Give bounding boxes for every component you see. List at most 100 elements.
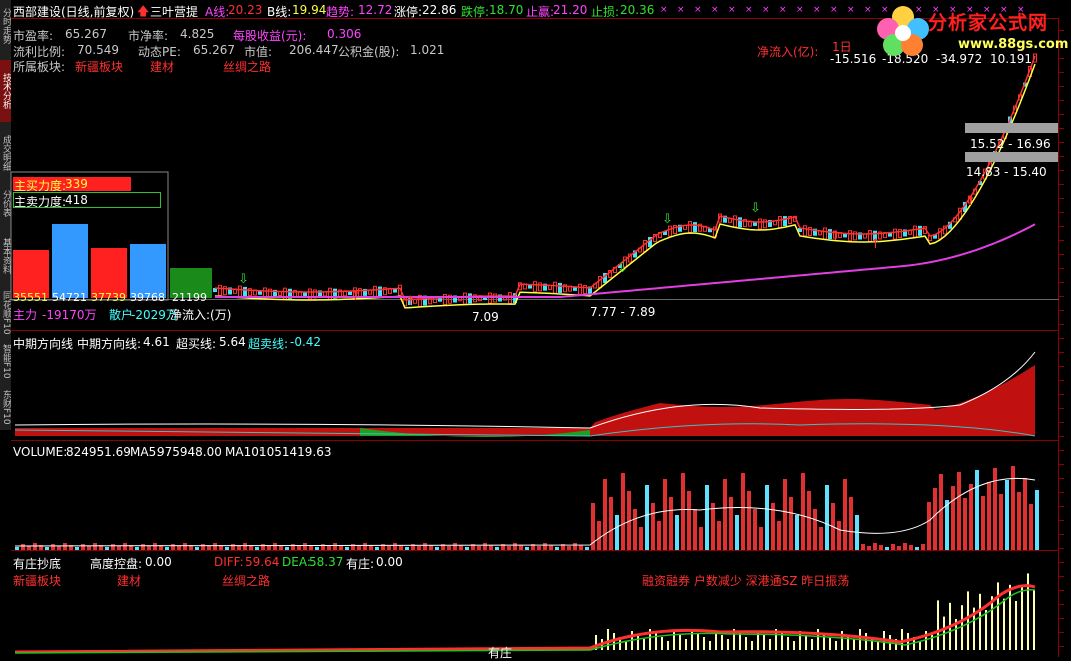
candle <box>848 230 852 242</box>
volume-bar <box>597 521 601 550</box>
bottom-bar <box>865 633 867 650</box>
sector-xinjiang[interactable]: 新疆板块 <box>75 58 123 75</box>
volume-bar <box>447 546 451 550</box>
axis-tick <box>1059 380 1064 381</box>
bottom-bar <box>721 635 723 650</box>
volume-bar <box>225 547 229 550</box>
stock-title: 西部建设(日线,前复权) <box>13 5 135 19</box>
bottom-bar <box>1015 601 1017 650</box>
volume-bar <box>585 547 589 550</box>
sector-building[interactable]: 建材 <box>150 58 174 75</box>
volume-bar <box>537 546 541 550</box>
pe-value: 65.267 <box>65 27 107 41</box>
axis-tick <box>1059 114 1064 115</box>
buy-arrow-icon: ↑ <box>350 289 361 304</box>
sell-arrow-icon: ⇩ <box>662 212 673 227</box>
volume-bar <box>207 546 211 550</box>
overbuy-label: 超买线: <box>176 337 217 351</box>
b-line-label: B线: <box>267 5 292 19</box>
candle <box>573 286 577 291</box>
axis-tick <box>1059 506 1064 507</box>
candle <box>668 225 672 237</box>
logo-name: 分析家公式网 <box>928 12 1049 34</box>
candle <box>598 276 602 288</box>
volume-bar <box>945 500 949 550</box>
volume-bar <box>387 546 391 550</box>
price-range-3: 7.77 - 7.89 <box>590 305 656 319</box>
axis-tick <box>1059 184 1064 185</box>
bottom-bar <box>655 633 657 650</box>
volume-bar <box>93 543 97 550</box>
bottom-sector-silkroad[interactable]: 丝绸之路 <box>222 572 270 589</box>
force-bar-value-5: 21199 <box>172 291 207 304</box>
volume-bar <box>885 547 889 550</box>
volume-bar <box>1023 478 1027 550</box>
volume-bar <box>171 544 175 550</box>
volume-bar <box>675 515 679 550</box>
bottom-sector-building[interactable]: 建材 <box>117 572 141 589</box>
candle <box>218 284 222 296</box>
signal-cross: × <box>694 5 702 15</box>
diff-label: DIFF: <box>214 555 244 569</box>
volume-bar <box>729 497 733 550</box>
volume-bar <box>963 498 967 550</box>
axis-tick <box>1059 408 1064 409</box>
volume-bar <box>243 543 247 550</box>
candle <box>438 297 442 302</box>
volume-bar <box>741 473 745 550</box>
volume-bar <box>693 509 697 550</box>
axis-tick <box>1059 492 1064 493</box>
volume-ma-line <box>14 477 1036 547</box>
volume-bar <box>315 547 319 550</box>
candle <box>693 222 697 233</box>
bottom-bar <box>835 641 837 650</box>
volume-bar <box>81 544 85 550</box>
sector-silkroad[interactable]: 丝绸之路 <box>223 58 271 75</box>
volume-bar <box>645 485 649 550</box>
volume-bar <box>183 543 187 550</box>
candle <box>733 215 737 228</box>
volume-bar <box>1035 490 1039 550</box>
force-bar-value-2: 54721 <box>52 291 87 304</box>
volume-bar <box>759 527 763 550</box>
diff-value: 59.64 <box>245 555 280 569</box>
mid-line-value: 4.61 <box>143 335 170 349</box>
volume-bar <box>351 544 355 550</box>
axis-tick <box>1059 338 1064 339</box>
volume-bar <box>657 521 661 550</box>
candle <box>508 292 512 305</box>
candle <box>893 228 897 240</box>
volume-bar <box>825 485 829 550</box>
axis-tick <box>1059 366 1064 367</box>
ma10-label: MA10: <box>225 445 263 459</box>
logo-url: www.88gs.com <box>958 37 1069 52</box>
candle <box>888 232 892 237</box>
a-line-value: 20.23 <box>228 3 263 17</box>
volume-bar <box>723 479 727 550</box>
bottom-panel-title: 有庄抄底 <box>13 557 62 571</box>
pb-label: 市净率: <box>128 29 169 43</box>
trend-label: 趋势: <box>326 5 355 19</box>
bottom-sector-xinjiang[interactable]: 新疆板块 <box>13 572 61 589</box>
volume-bar <box>417 546 421 550</box>
volume-bar <box>321 544 325 550</box>
volume-bar <box>195 547 199 550</box>
force-bar <box>52 224 88 298</box>
volume-bar <box>435 547 439 550</box>
volume-bar <box>261 544 265 550</box>
axis-tick <box>1059 170 1064 171</box>
candle <box>783 216 787 227</box>
bottom-bar <box>979 593 981 650</box>
axis-tick <box>1059 72 1064 73</box>
candle <box>488 292 492 304</box>
bottom-bar <box>1009 584 1011 650</box>
volume-bar <box>735 515 739 550</box>
volume-bar <box>285 547 289 550</box>
volume-bar <box>213 543 217 550</box>
volume-bar <box>813 509 817 550</box>
volume-bar <box>543 543 547 550</box>
volume-bar <box>165 547 169 550</box>
force-bar-value-1: 35551 <box>13 291 48 304</box>
volume-bar <box>681 473 685 550</box>
bottom-bar <box>739 633 741 650</box>
